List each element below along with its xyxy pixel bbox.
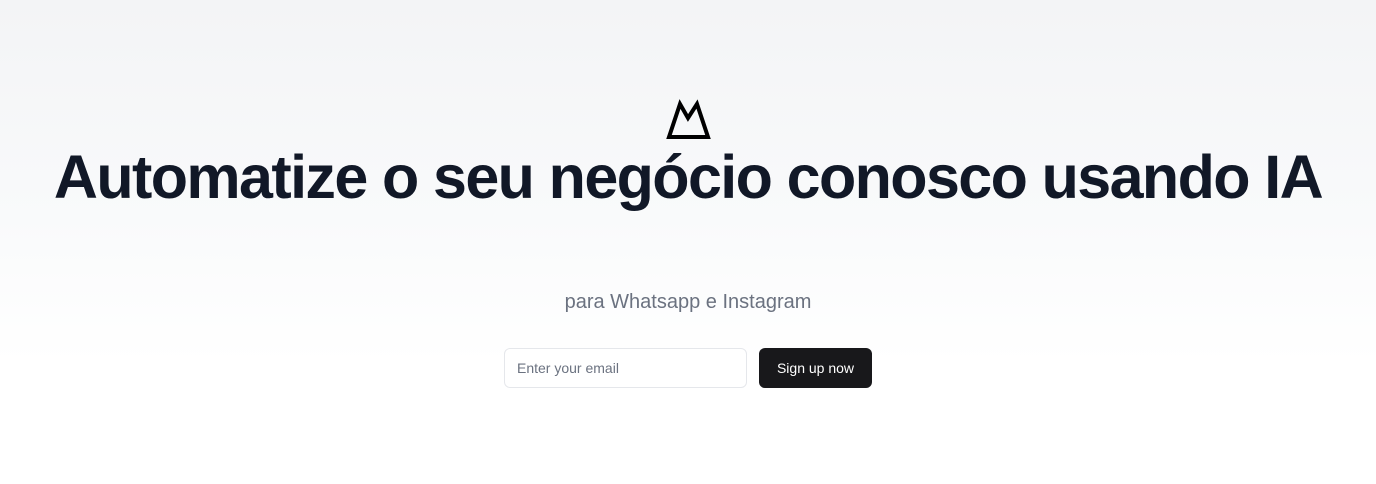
hero-subtitle: para Whatsapp e Instagram xyxy=(564,291,812,313)
sign-up-button[interactable]: Sign up now xyxy=(759,348,872,388)
email-input[interactable] xyxy=(504,348,747,388)
signup-form: Sign up now xyxy=(504,348,872,388)
hero-headline: Automatize o seu negócio conosco usando … xyxy=(53,143,1324,211)
mountain-logo-icon xyxy=(664,98,712,142)
hero-section: Automatize o seu negócio conosco usando … xyxy=(0,0,1376,484)
